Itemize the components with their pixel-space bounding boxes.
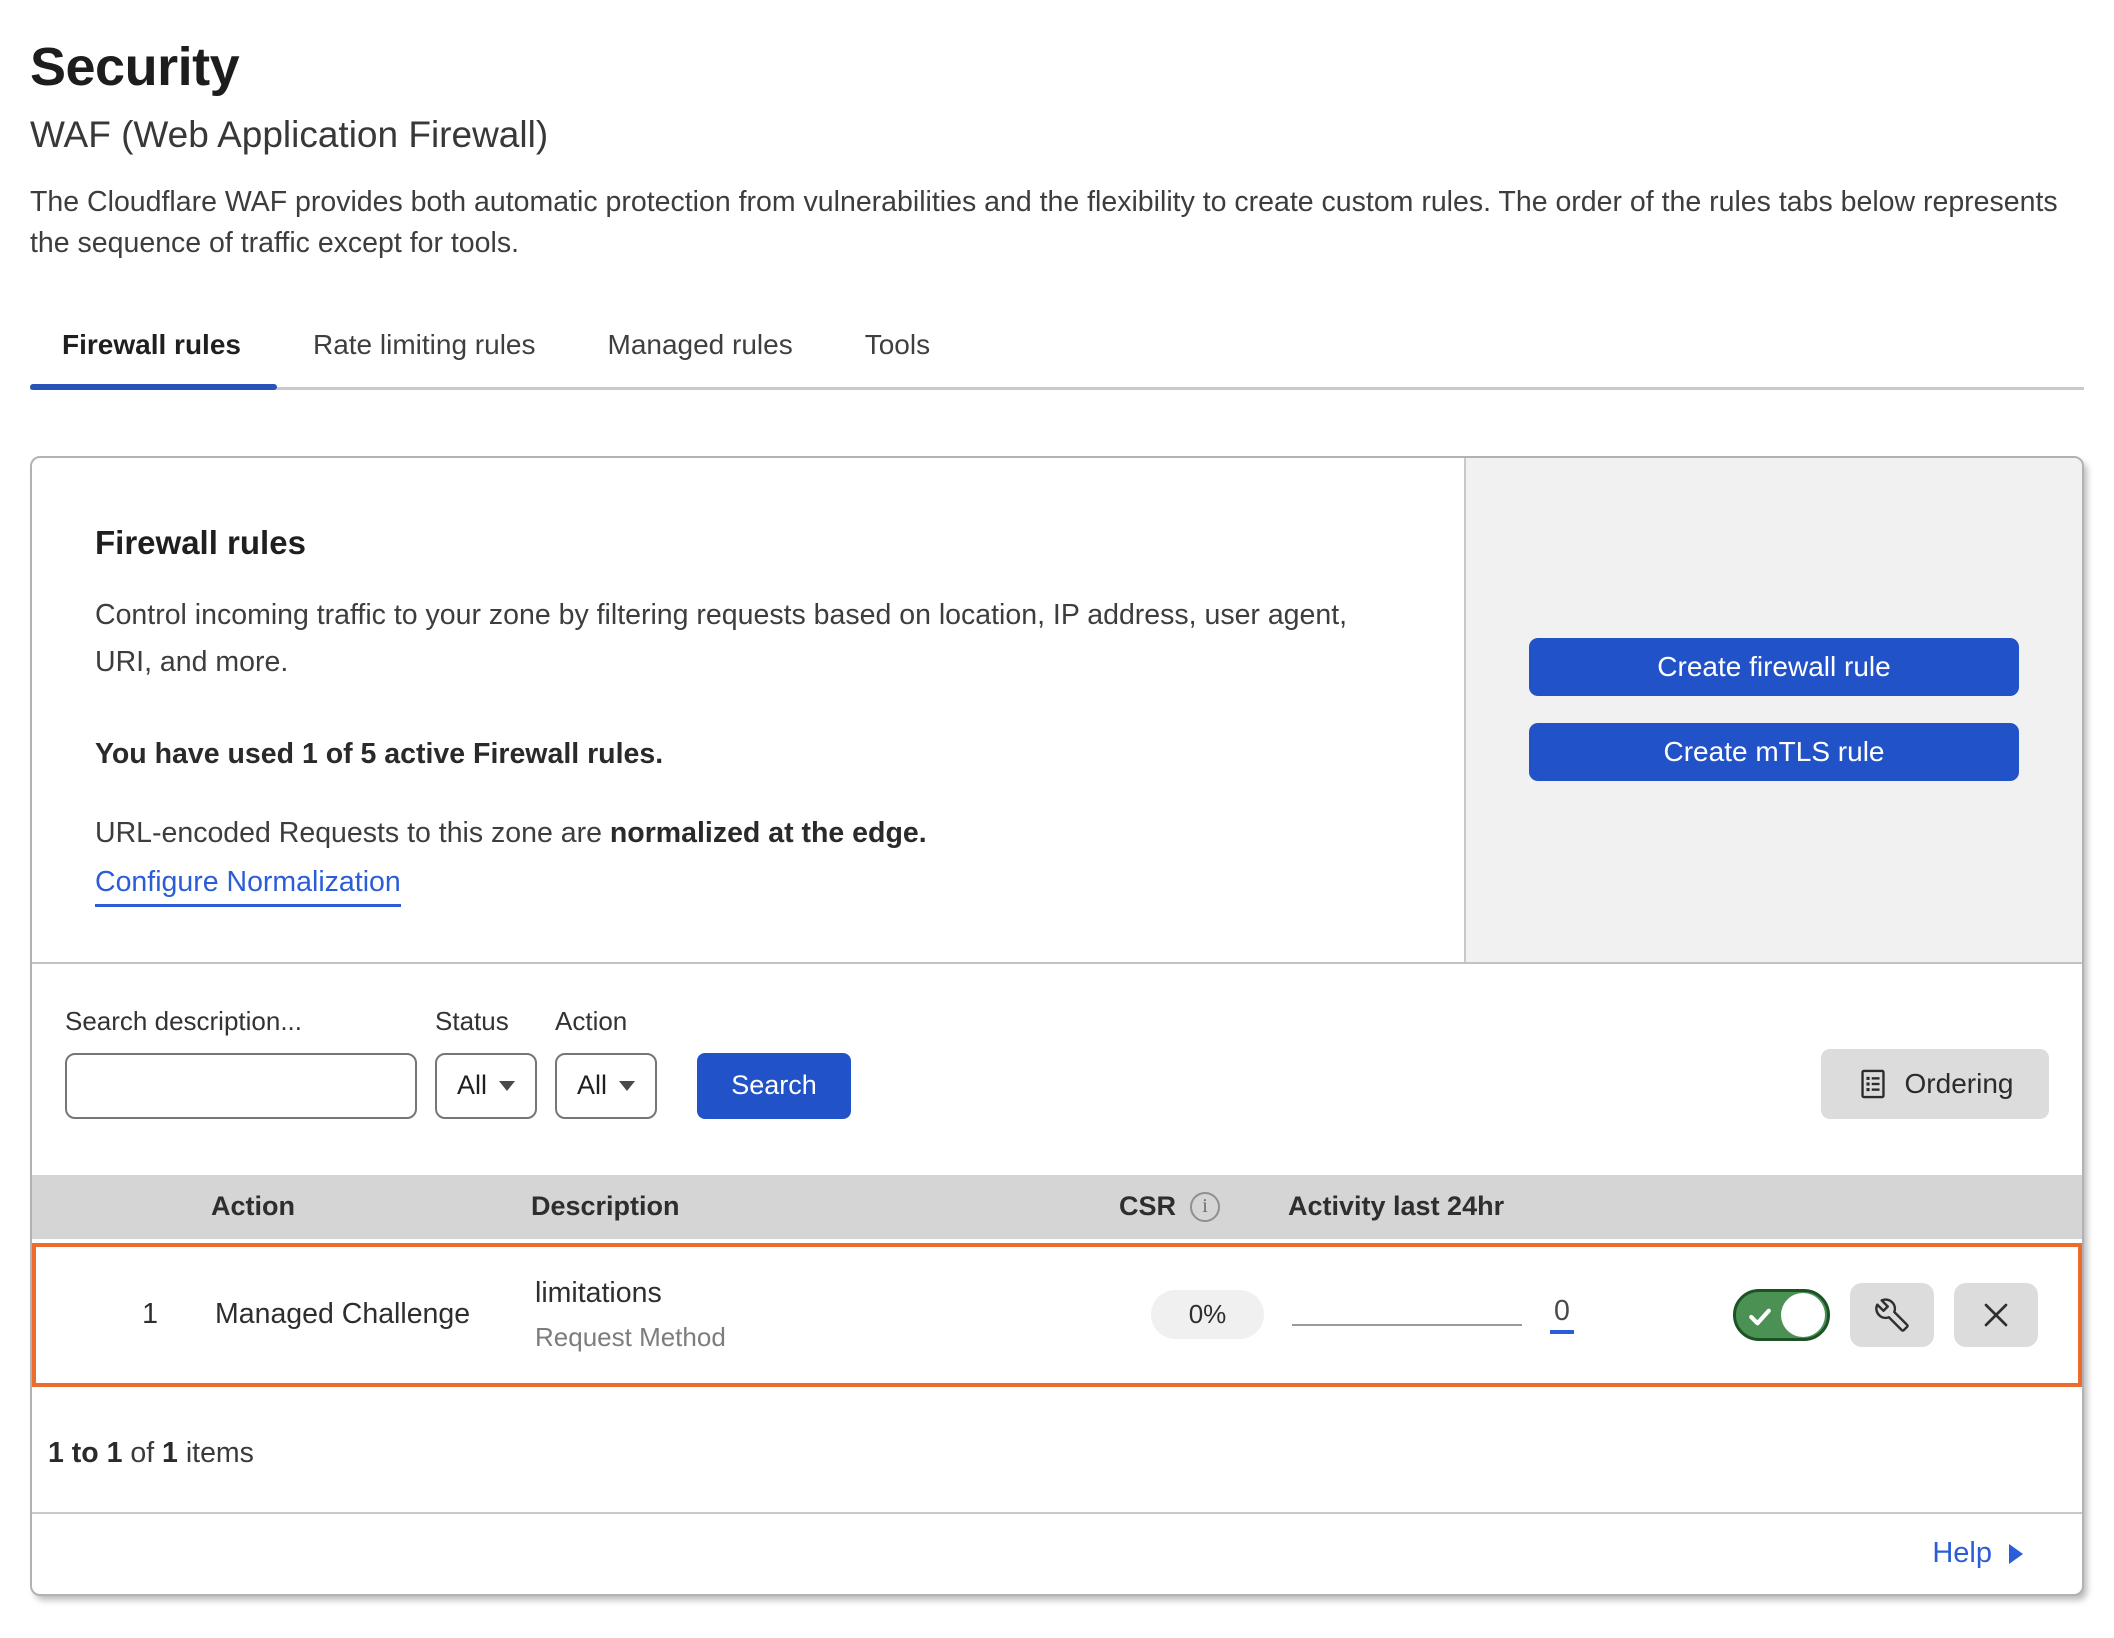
column-header-action: Action <box>211 1191 531 1222</box>
search-label: Search description... <box>65 1006 417 1037</box>
ordering-button-label: Ordering <box>1905 1068 2014 1100</box>
normalization-note: URL-encoded Requests to this zone are no… <box>95 817 1424 850</box>
normalization-note-bold: normalized at the edge. <box>610 817 927 849</box>
activity-count-link[interactable]: 0 <box>1550 1295 1574 1334</box>
help-arrow-icon <box>2006 1541 2026 1567</box>
chevron-down-icon <box>619 1081 635 1091</box>
pagination-range: 1 to 1 <box>48 1437 122 1469</box>
pagination-items: items <box>178 1437 254 1469</box>
help-link-label: Help <box>1932 1537 1992 1570</box>
info-icon[interactable]: i <box>1190 1192 1220 1222</box>
search-button[interactable]: Search <box>697 1053 851 1119</box>
csr-header-label: CSR <box>1119 1191 1176 1222</box>
tab-tools[interactable]: Tools <box>829 329 966 387</box>
firewall-rules-info: Firewall rules Control incoming traffic … <box>32 458 1464 962</box>
tab-firewall-rules-label: Firewall rules <box>62 329 241 360</box>
search-input[interactable] <box>83 1055 457 1117</box>
ordering-list-icon <box>1857 1067 1889 1101</box>
rules-table-header: Action Description CSR i Activity last 2… <box>32 1175 2082 1239</box>
column-header-activity: Activity last 24hr <box>1288 1191 1618 1222</box>
normalization-note-text: URL-encoded Requests to this zone are <box>95 817 610 849</box>
pagination-count: 1 <box>162 1437 178 1469</box>
tab-managed-rules-label: Managed rules <box>608 329 793 360</box>
card-description: Control incoming traffic to your zone by… <box>95 592 1395 686</box>
search-input-box[interactable] <box>65 1053 417 1119</box>
rule-description: limitations <box>535 1277 1123 1310</box>
tab-managed-rules[interactable]: Managed rules <box>572 329 829 387</box>
rule-activity-cell: 0 <box>1292 1295 1622 1334</box>
ordering-button[interactable]: Ordering <box>1821 1049 2049 1119</box>
action-select[interactable]: All <box>555 1053 657 1119</box>
column-header-description: Description <box>531 1191 1119 1222</box>
x-icon <box>1976 1295 2016 1335</box>
wrench-icon <box>1875 1298 1909 1332</box>
csr-badge: 0% <box>1151 1290 1265 1339</box>
status-filter: Status All <box>435 1006 537 1119</box>
firewall-rule-row[interactable]: 1 Managed Challenge limitations Request … <box>32 1243 2082 1387</box>
rule-enabled-toggle[interactable] <box>1733 1289 1830 1341</box>
rule-description-detail: Request Method <box>535 1322 1123 1353</box>
rule-priority: 1 <box>85 1298 215 1331</box>
delete-rule-button[interactable] <box>1954 1283 2038 1347</box>
tab-firewall-rules[interactable]: Firewall rules <box>30 329 277 387</box>
action-filter: Action All <box>555 1006 657 1119</box>
configure-normalization-link[interactable]: Configure Normalization <box>95 866 401 907</box>
rule-csr-cell: 0% <box>1123 1290 1292 1339</box>
page-description: The Cloudflare WAF provides both automat… <box>30 182 2084 265</box>
usage-summary: You have used 1 of 5 active Firewall rul… <box>95 738 1424 771</box>
waf-security-page: Security WAF (Web Application Firewall) … <box>0 0 2114 1596</box>
create-mtls-rule-button[interactable]: Create mTLS rule <box>1529 723 2019 781</box>
rule-description-cell: limitations Request Method <box>535 1277 1123 1353</box>
edit-rule-button[interactable] <box>1850 1283 1934 1347</box>
activity-sparkline <box>1292 1324 1522 1326</box>
action-label: Action <box>555 1006 657 1037</box>
tab-rate-limiting-rules-label: Rate limiting rules <box>313 329 536 360</box>
table-pagination-summary: 1 to 1 of 1 items <box>32 1387 2082 1512</box>
toggle-knob <box>1781 1293 1825 1337</box>
create-rule-panel: Create firewall rule Create mTLS rule <box>1464 458 2082 962</box>
firewall-rules-card: Firewall rules Control incoming traffic … <box>30 456 2084 1596</box>
help-bar: Help <box>32 1512 2082 1594</box>
rules-filter-bar: Search description... Status All Action <box>32 964 2082 1175</box>
help-link[interactable]: Help <box>1932 1537 2026 1570</box>
tab-rate-limiting-rules[interactable]: Rate limiting rules <box>277 329 572 387</box>
pagination-of: of <box>122 1437 162 1469</box>
page-subtitle: WAF (Web Application Firewall) <box>30 114 2084 156</box>
status-select[interactable]: All <box>435 1053 537 1119</box>
search-filter: Search description... <box>65 1006 417 1119</box>
status-select-value: All <box>457 1070 487 1101</box>
rule-controls <box>1622 1283 2078 1347</box>
status-label: Status <box>435 1006 537 1037</box>
create-firewall-rule-button[interactable]: Create firewall rule <box>1529 638 2019 696</box>
chevron-down-icon <box>499 1081 515 1091</box>
page-title: Security <box>30 36 2084 98</box>
firewall-rules-overview: Firewall rules Control incoming traffic … <box>32 458 2082 964</box>
check-icon <box>1745 1302 1775 1332</box>
waf-tab-bar: Firewall rules Rate limiting rules Manag… <box>30 329 2084 390</box>
card-heading: Firewall rules <box>95 524 1424 562</box>
column-header-csr: CSR i <box>1119 1191 1288 1222</box>
action-select-value: All <box>577 1070 607 1101</box>
tab-tools-label: Tools <box>865 329 930 360</box>
rule-action: Managed Challenge <box>215 1298 535 1331</box>
